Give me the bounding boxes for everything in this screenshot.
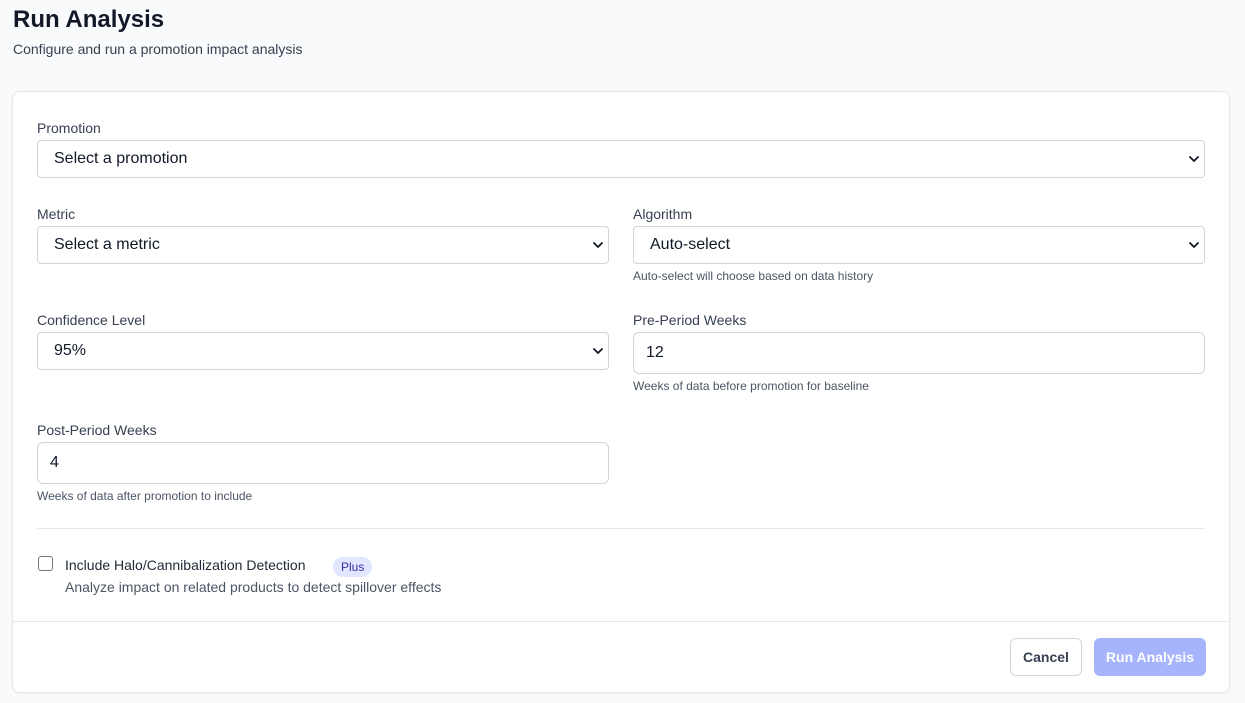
footer-divider (13, 621, 1229, 622)
confidence-select[interactable]: 95% (37, 332, 609, 370)
promotion-select-value: Select a promotion (54, 150, 188, 167)
page-subtitle: Configure and run a promotion impact ana… (13, 41, 303, 57)
confidence-select-value: 95% (54, 342, 87, 359)
pre-period-input[interactable]: 12 (633, 332, 1205, 374)
post-period-input[interactable]: 4 (37, 442, 609, 484)
chevron-down-icon (1189, 242, 1199, 248)
post-period-input-value: 4 (50, 454, 59, 471)
page: Run Analysis Configure and run a promoti… (0, 0, 1245, 703)
plus-badge: Plus (333, 557, 373, 577)
metric-select[interactable]: Select a metric (37, 226, 609, 264)
metric-field: Metric Select a metric (37, 204, 609, 264)
post-period-label: Post-Period Weeks (37, 422, 157, 438)
algorithm-select[interactable]: Auto-select (633, 226, 1205, 264)
chevron-down-icon (1189, 156, 1199, 162)
promotion-label: Promotion (37, 120, 101, 136)
pre-period-label: Pre-Period Weeks (633, 312, 747, 328)
halo-detection-description: Analyze impact on related products to de… (65, 579, 442, 595)
confidence-label: Confidence Level (37, 312, 146, 328)
halo-detection-label: Include Halo/Cannibalization Detection (65, 557, 306, 573)
section-divider (37, 528, 1205, 529)
pre-period-field: Pre-Period Weeks 12 Weeks of data before… (633, 310, 1205, 394)
algorithm-help: Auto-select will choose based on data hi… (633, 269, 874, 283)
analysis-form-card: Promotion Select a promotion Metric Sele… (12, 91, 1230, 693)
chevron-down-icon (593, 242, 603, 248)
cancel-button[interactable]: Cancel (1010, 638, 1082, 676)
promotion-select[interactable]: Select a promotion (37, 140, 1205, 178)
halo-detection-checkbox[interactable] (38, 556, 53, 571)
algorithm-field: Algorithm Auto-select Auto-select will c… (633, 204, 1205, 284)
metric-label: Metric (37, 206, 76, 222)
chevron-down-icon (593, 348, 603, 354)
page-title: Run Analysis (13, 6, 165, 33)
algorithm-label: Algorithm (633, 206, 693, 222)
run-analysis-button[interactable]: Run Analysis (1094, 638, 1206, 676)
pre-period-input-value: 12 (646, 344, 664, 361)
post-period-help: Weeks of data after promotion to include (37, 489, 253, 503)
algorithm-select-value: Auto-select (650, 236, 731, 253)
promotion-field: Promotion Select a promotion (37, 118, 1205, 178)
post-period-field: Post-Period Weeks 4 Weeks of data after … (37, 420, 609, 504)
metric-select-value: Select a metric (54, 236, 160, 253)
pre-period-help: Weeks of data before promotion for basel… (633, 379, 869, 393)
confidence-field: Confidence Level 95% (37, 310, 609, 370)
